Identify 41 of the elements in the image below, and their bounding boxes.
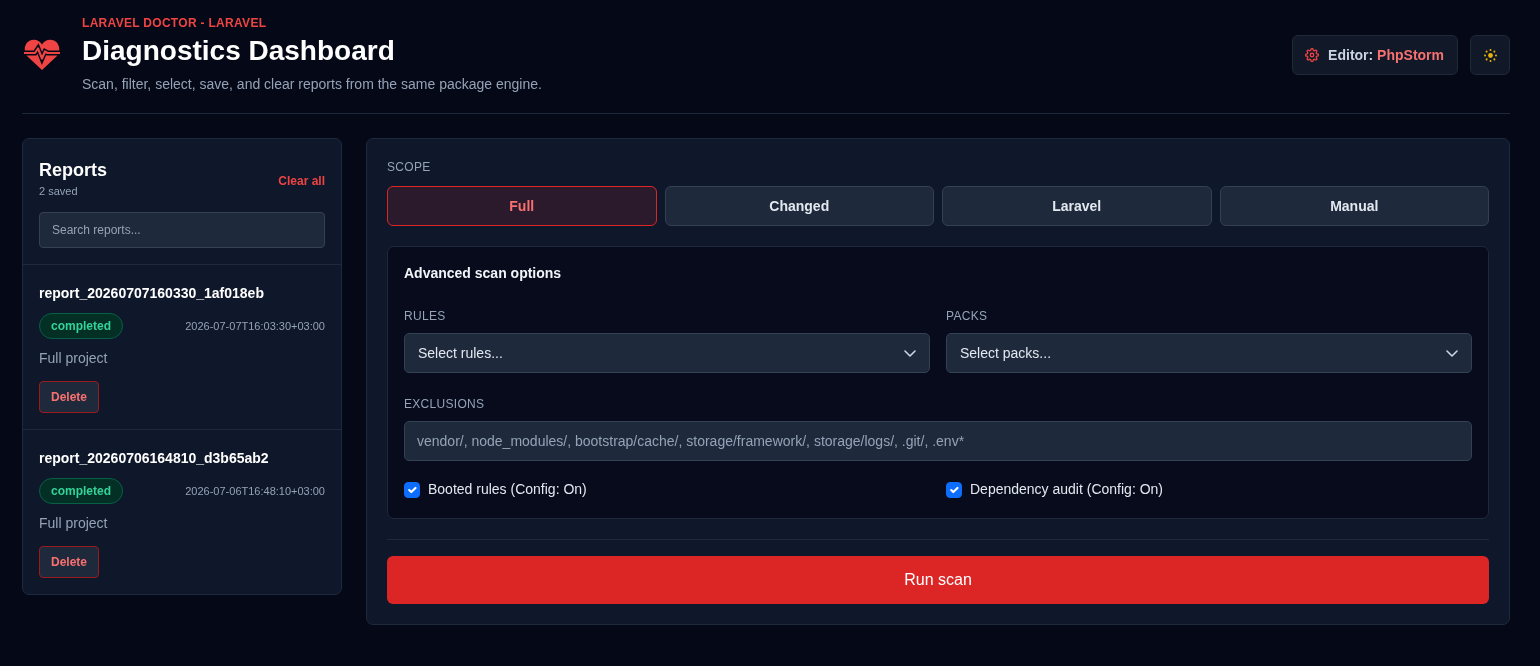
chevron-down-icon xyxy=(904,349,916,357)
packs-select[interactable]: Select packs... xyxy=(946,333,1472,373)
clear-all-link[interactable]: Clear all xyxy=(278,172,325,190)
app-eyebrow: LARAVEL DOCTOR - LARAVEL xyxy=(82,16,268,30)
scope-tab[interactable]: Laravel xyxy=(942,186,1212,226)
delete-button[interactable]: Delete xyxy=(39,381,100,413)
app-subtitle: Scan, filter, select, save, and clear reports from the same package engine. xyxy=(82,75,543,93)
app-title: Diagnostics Dashboard xyxy=(82,34,396,68)
scope-label: SCOPE xyxy=(387,160,432,174)
report-timestamp: 2026-07-07T16:03:30+03:00 xyxy=(185,318,325,334)
heart-pulse-icon xyxy=(24,39,60,70)
editor-button[interactable]: Editor: PhpStorm xyxy=(1292,35,1458,75)
option-label: Booted rules (Config: On) xyxy=(428,480,587,499)
report-name: report_20260707160330_1af018eb xyxy=(39,285,265,301)
status-badge: completed xyxy=(39,478,123,504)
report-scope: Full project xyxy=(39,349,109,367)
reports-count: 2 saved xyxy=(39,184,79,198)
report-search-field[interactable]: Search reports... xyxy=(39,212,325,248)
delete-button[interactable]: Delete xyxy=(39,546,100,578)
theme-toggle-button[interactable] xyxy=(1470,35,1510,75)
run-scan-button[interactable]: Run scan xyxy=(387,556,1489,604)
advanced-options-title: Advanced scan options xyxy=(404,265,563,281)
report-scope: Full project xyxy=(39,514,109,532)
scope-tab[interactable]: Changed xyxy=(664,186,934,226)
option-checkbox[interactable] xyxy=(404,481,420,498)
report-timestamp: 2026-07-06T16:48:10+03:00 xyxy=(185,483,325,499)
scope-tab[interactable]: Manual xyxy=(1219,186,1489,226)
option-checkbox[interactable] xyxy=(946,481,962,498)
gear-icon xyxy=(1305,48,1320,62)
exclusions-field[interactable]: vendor/, node_modules/, bootstrap/cache/, storage/framework/, storage/logs/, .git/, .env* xyxy=(404,421,1472,461)
exclusions-label: EXCLUSIONS xyxy=(404,397,486,411)
scope-tab[interactable]: Full xyxy=(387,186,657,226)
status-badge: completed xyxy=(39,313,123,339)
rules-select[interactable]: Select rules... xyxy=(404,333,930,373)
sun-icon xyxy=(1483,48,1497,62)
packs-label: PACKS xyxy=(946,309,989,323)
option-label: Dependency audit (Config: On) xyxy=(970,480,1163,499)
report-name: report_20260706164810_d3b65ab2 xyxy=(39,450,270,466)
rules-label: RULES xyxy=(404,309,447,323)
chevron-down-icon xyxy=(1446,349,1458,357)
reports-title: Reports xyxy=(39,159,107,181)
